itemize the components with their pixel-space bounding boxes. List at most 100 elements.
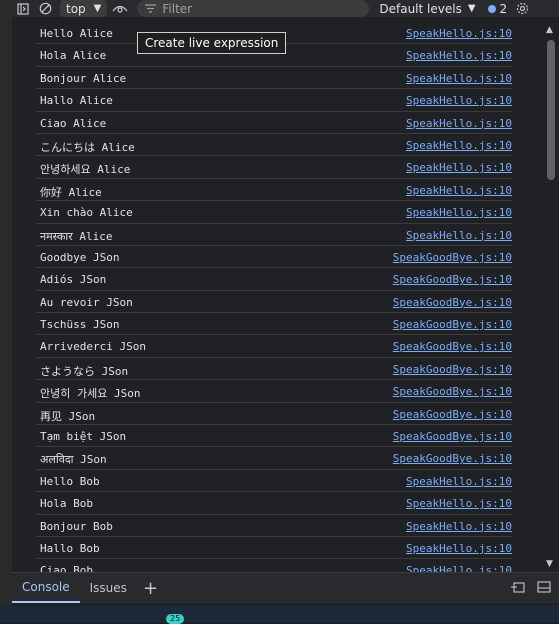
filter-icon bbox=[145, 2, 157, 16]
log-source-link[interactable]: SpeakGoodBye.js:10 bbox=[393, 385, 512, 398]
log-source-link[interactable]: SpeakGoodBye.js:10 bbox=[393, 296, 512, 309]
log-message: Tạm biệt JSon bbox=[40, 430, 127, 444]
log-message: अलविदा JSon bbox=[40, 453, 107, 467]
console-log-row: Tschüss JSon SpeakGoodBye.js:10 bbox=[36, 313, 512, 336]
log-source-link[interactable]: SpeakHello.js:10 bbox=[406, 542, 512, 555]
clear-console-icon[interactable] bbox=[34, 0, 56, 17]
tab-issues[interactable]: Issues bbox=[80, 573, 137, 603]
log-message: 안녕하세요 Alice bbox=[40, 163, 131, 177]
log-source-link[interactable]: SpeakGoodBye.js:10 bbox=[393, 273, 512, 286]
log-source-link[interactable]: SpeakGoodBye.js:10 bbox=[393, 363, 512, 376]
console-log-row: Adiós JSon SpeakGoodBye.js:10 bbox=[36, 268, 512, 291]
scroll-down-arrow-icon[interactable]: ▼ bbox=[546, 559, 553, 569]
console-log-row: Ciao Bob SpeakHello.js:10 bbox=[36, 559, 512, 572]
console-log-row: Bonjour Bob SpeakHello.js:10 bbox=[36, 515, 512, 537]
log-source-link[interactable]: SpeakHello.js:10 bbox=[406, 229, 512, 242]
console-messages: Hello Alice SpeakHello.js:10 Hola Alice Spe… bbox=[12, 22, 542, 572]
log-message: Hello Alice bbox=[40, 27, 113, 40]
scroll-up-arrow-icon[interactable]: ▲ bbox=[546, 25, 553, 35]
log-message: Hola Alice bbox=[40, 49, 107, 63]
log-message: Hello Bob bbox=[40, 474, 100, 488]
log-source-link[interactable]: SpeakHello.js:10 bbox=[406, 520, 512, 533]
log-source-link[interactable]: SpeakHello.js:10 bbox=[406, 49, 512, 62]
tab-console[interactable]: Console bbox=[12, 573, 80, 603]
log-message: Bonjour Bob bbox=[40, 519, 113, 533]
console-log-row: Hello Bob SpeakHello.js:10 bbox=[36, 470, 512, 493]
context-label: top bbox=[66, 1, 86, 16]
console-log-row: 你好 Alice SpeakHello.js:10 bbox=[36, 179, 512, 202]
log-levels-label: Default levels bbox=[379, 1, 462, 16]
log-source-link[interactable]: SpeakHello.js:10 bbox=[406, 94, 512, 107]
log-source-link[interactable]: SpeakHello.js:10 bbox=[406, 117, 512, 130]
issues-count-value: 2 bbox=[499, 1, 508, 16]
log-source-link[interactable]: SpeakGoodBye.js:10 bbox=[393, 251, 512, 264]
log-source-link[interactable]: SpeakGoodBye.js:10 bbox=[393, 408, 512, 421]
log-message: Adiós JSon bbox=[40, 273, 107, 287]
close-drawer-icon[interactable] bbox=[537, 580, 551, 596]
log-source-link[interactable]: SpeakGoodBye.js:10 bbox=[393, 452, 512, 465]
console-log-row: अलविदा JSon SpeakGoodBye.js:10 bbox=[36, 447, 512, 470]
console-log-row: 안녕히 가세요 JSon SpeakGoodBye.js:10 bbox=[36, 380, 512, 403]
log-source-link[interactable]: SpeakHello.js:10 bbox=[406, 497, 512, 510]
log-source-link[interactable]: SpeakHello.js:10 bbox=[406, 27, 512, 40]
log-message: Xin chào Alice bbox=[40, 206, 133, 220]
context-selector[interactable]: top ▼ bbox=[60, 0, 108, 17]
console-log-row: Xin chào Alice SpeakHello.js:10 bbox=[36, 201, 512, 224]
log-message: こんにちは Alice bbox=[40, 140, 135, 154]
settings-gear-icon[interactable] bbox=[511, 0, 533, 17]
issues-counter[interactable]: 2 bbox=[487, 1, 508, 16]
log-source-link[interactable]: SpeakHello.js:10 bbox=[406, 475, 512, 488]
console-log-row: नमस्कार Alice SpeakHello.js:10 bbox=[36, 224, 512, 246]
log-message: Hola Bob bbox=[40, 497, 93, 511]
log-source-link[interactable]: SpeakGoodBye.js:10 bbox=[393, 340, 512, 353]
left-gutter bbox=[0, 0, 12, 610]
scroll-thumb[interactable] bbox=[547, 40, 555, 180]
live-expression-tooltip: Create live expression bbox=[137, 32, 287, 54]
log-message: 안녕히 가세요 JSon bbox=[40, 387, 141, 401]
log-message: Arrivederci JSon bbox=[40, 340, 146, 354]
console-log-row: 再见 JSon SpeakGoodBye.js:10 bbox=[36, 403, 512, 426]
console-log-row: Arrivederci JSon SpeakGoodBye.js:10 bbox=[36, 335, 512, 358]
sidebar-toggle-icon[interactable] bbox=[12, 0, 34, 17]
dock-drawer-icon[interactable] bbox=[511, 581, 525, 596]
log-message: Hallo Alice bbox=[40, 94, 113, 108]
log-source-link[interactable]: SpeakHello.js:10 bbox=[406, 564, 512, 572]
log-message: Hallo Bob bbox=[40, 541, 100, 555]
log-source-link[interactable]: SpeakGoodBye.js:10 bbox=[393, 318, 512, 331]
console-log-row: Hallo Bob SpeakHello.js:10 bbox=[36, 537, 512, 560]
log-message: Au revoir JSon bbox=[40, 295, 133, 309]
log-message: さようなら JSon bbox=[40, 364, 129, 378]
log-message: Tschüss JSon bbox=[40, 318, 120, 332]
log-message: 再见 JSon bbox=[40, 409, 96, 423]
add-tab-plus-icon[interactable]: + bbox=[137, 578, 164, 599]
live-expression-eye-icon[interactable] bbox=[107, 0, 133, 17]
console-scrollbar[interactable]: ▲ ▼ bbox=[542, 22, 559, 572]
log-source-link[interactable]: SpeakGoodBye.js:10 bbox=[393, 430, 512, 443]
filter-input[interactable]: Filter bbox=[137, 0, 370, 17]
log-source-link[interactable]: SpeakHello.js:10 bbox=[406, 184, 512, 197]
log-message: Goodbye JSon bbox=[40, 250, 120, 264]
console-log-row: 안녕하세요 Alice SpeakHello.js:10 bbox=[36, 156, 512, 179]
chevron-down-icon: ▼ bbox=[467, 3, 476, 14]
devtools-window: top ▼ Filter Default levels ▼ 2 Hello Al… bbox=[0, 0, 559, 610]
os-taskbar: 25 bbox=[0, 606, 559, 624]
log-levels-dropdown[interactable]: Default levels ▼ bbox=[379, 2, 475, 16]
log-message: Ciao Bob bbox=[40, 564, 93, 572]
console-log-row: さようなら JSon SpeakGoodBye.js:10 bbox=[36, 358, 512, 381]
console-log-row: Ciao Alice SpeakHello.js:10 bbox=[36, 112, 512, 134]
console-toolbar: top ▼ Filter Default levels ▼ 2 bbox=[12, 0, 559, 17]
log-source-link[interactable]: SpeakHello.js:10 bbox=[406, 206, 512, 219]
console-log-row: Goodbye JSon SpeakGoodBye.js:10 bbox=[36, 246, 512, 269]
log-source-link[interactable]: SpeakHello.js:10 bbox=[406, 72, 512, 85]
issue-info-icon bbox=[487, 4, 496, 13]
console-log-row: Bonjour Alice SpeakHello.js:10 bbox=[36, 67, 512, 90]
filter-placeholder: Filter bbox=[162, 1, 193, 16]
console-log-row: Hola Bob SpeakHello.js:10 bbox=[36, 492, 512, 515]
log-message: 你好 Alice bbox=[40, 185, 102, 199]
log-source-link[interactable]: SpeakHello.js:10 bbox=[406, 161, 512, 174]
console-log-row: Hallo Alice SpeakHello.js:10 bbox=[36, 89, 512, 112]
log-source-link[interactable]: SpeakHello.js:10 bbox=[406, 139, 512, 152]
console-log-row: こんにちは Alice SpeakHello.js:10 bbox=[36, 134, 512, 157]
console-log-row: Tạm biệt JSon SpeakGoodBye.js:10 bbox=[36, 425, 512, 448]
drawer-tabbar: Console Issues + bbox=[12, 572, 559, 603]
